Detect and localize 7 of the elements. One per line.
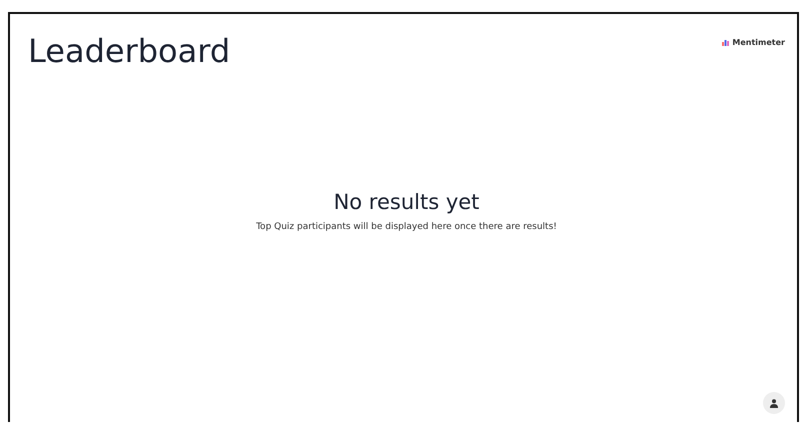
person-icon [770,398,778,408]
brand-name: Mentimeter [732,38,785,47]
empty-state-message: Top Quiz participants will be displayed here once there are results! [256,222,557,232]
logo-icon [722,40,730,46]
profile-button[interactable] [763,392,785,414]
page-title: Leaderboard [28,32,230,70]
empty-state-heading: No results yet [334,190,480,214]
